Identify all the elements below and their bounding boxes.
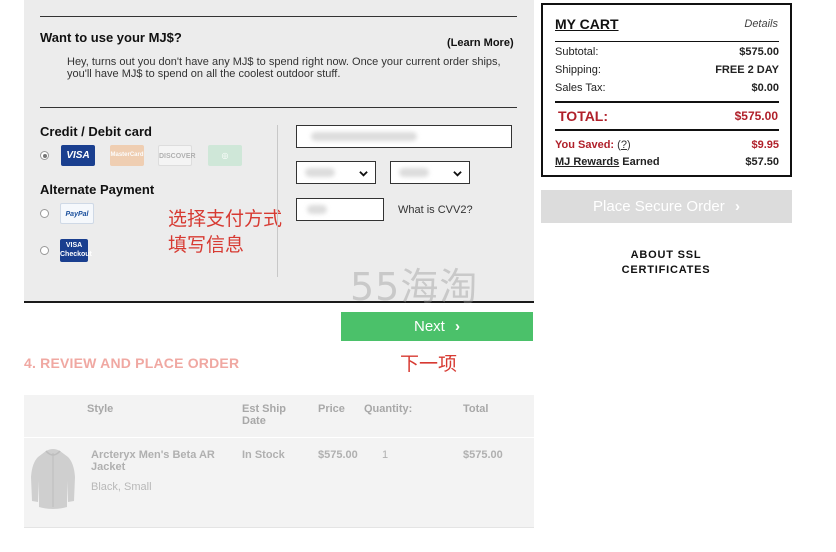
review-section-title: 4. REVIEW AND PLACE ORDER [24, 355, 240, 371]
expiry-month-select[interactable] [296, 161, 376, 184]
product-name[interactable]: Arcteryx Men's Beta AR Jacket [91, 449, 231, 473]
column-header-quantity: Quantity: [364, 403, 413, 415]
vertical-divider [277, 125, 278, 277]
card-number-input[interactable] [296, 125, 512, 148]
alternate-payment-title: Alternate Payment [40, 182, 155, 197]
paypal-radio[interactable] [40, 209, 49, 218]
shipping-value: FREE 2 DAY [715, 64, 779, 76]
subtotal-value: $575.00 [739, 46, 779, 58]
product-price: $575.00 [318, 449, 358, 461]
payment-hint: 选择支付方式 填写信息 [168, 206, 282, 258]
payment-hint-line1: 选择支付方式 [168, 208, 283, 230]
mastercard-icon: MasterCard [110, 145, 144, 166]
top-divider [40, 16, 517, 17]
watermark: 55海淘 [350, 265, 479, 309]
product-total: $575.00 [463, 449, 503, 461]
chevron-right-icon: › [455, 318, 460, 335]
credit-card-radio[interactable] [40, 151, 49, 160]
savings-help-link[interactable]: ? [621, 139, 627, 151]
mj-rewards-link[interactable]: MJ Rewards [555, 156, 619, 168]
column-header-price: Price [318, 403, 345, 415]
total-value: $575.00 [734, 109, 778, 123]
total-label: TOTAL: [558, 108, 609, 124]
sales-tax-value: $0.00 [751, 82, 779, 94]
cart-summary: MY CART Details Subtotal: $575.00 Shippi… [541, 3, 792, 177]
place-order-label: Place Secure Order [593, 198, 725, 215]
paypal-icon: PayPal [60, 203, 94, 224]
product-variant: Black, Small [91, 481, 152, 493]
learn-more-link[interactable]: (Learn More) [447, 37, 514, 49]
place-secure-order-button[interactable]: Place Secure Order › [541, 190, 792, 223]
visa-checkout-icon: VISA Checkout [60, 239, 92, 262]
product-ship-status: In Stock [242, 449, 285, 461]
mj-title: Want to use your MJ$? [40, 30, 182, 45]
visa-checkout-radio[interactable] [40, 246, 49, 255]
cvv-help-link[interactable]: What is CVV2? [398, 204, 473, 216]
product-thumbnail [31, 449, 75, 509]
product-quantity: 1 [382, 449, 389, 461]
column-header-style: Style [87, 403, 114, 415]
next-button[interactable]: Next › [341, 312, 533, 341]
next-button-label: Next [413, 318, 445, 335]
chevron-down-icon [359, 171, 368, 177]
next-hint: 下一项 [400, 353, 458, 375]
order-review-table: Style Est Ship Date Price Quantity: Tota… [24, 395, 534, 527]
cvv-input[interactable] [296, 198, 384, 221]
payment-hint-line2: 填写信息 [168, 234, 245, 256]
mj-divider [40, 107, 517, 108]
discover-card-icon: DISCOVER [158, 145, 196, 166]
credit-card-title: Credit / Debit card [40, 124, 152, 139]
visa-card-icon: VISA [61, 145, 95, 166]
expiry-year-select[interactable] [390, 161, 470, 184]
column-header-total: Total [463, 403, 489, 415]
chevron-down-icon [453, 171, 462, 177]
diners-club-icon: ◎ [208, 145, 242, 166]
chevron-right-icon: › [734, 198, 740, 215]
ssl-certificates-link[interactable]: ABOUT SSL CERTIFICATES [590, 248, 742, 278]
rewards-value: $57.50 [745, 156, 779, 168]
cart-details-link[interactable]: Details [744, 18, 778, 30]
you-saved-value: $9.95 [751, 139, 779, 151]
column-header-ship-date: Est Ship Date [242, 403, 287, 427]
mj-message: Hey, turns out you don't have any MJ$ to… [67, 56, 501, 80]
cart-title: MY CART [555, 16, 619, 32]
